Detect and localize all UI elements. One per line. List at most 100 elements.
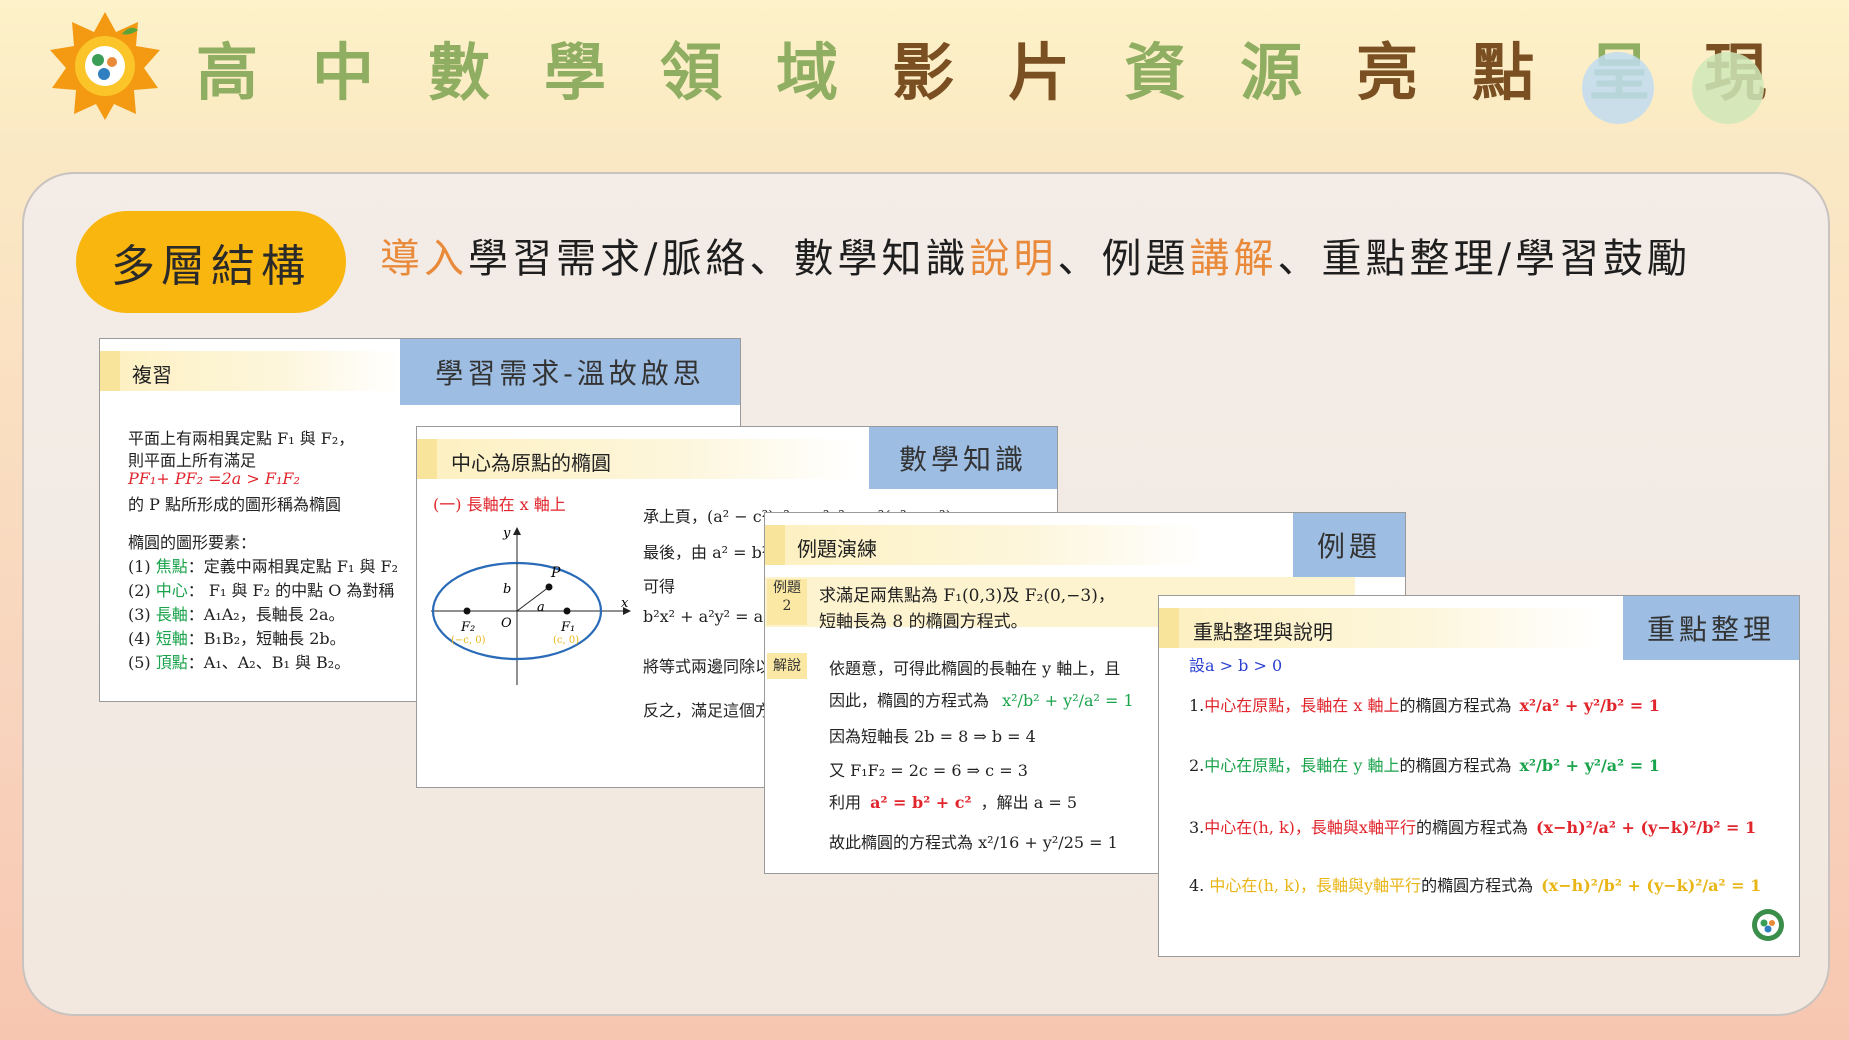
graph-label-f2: F₂ [460, 620, 475, 635]
decor-circle-blue [1582, 52, 1654, 124]
structure-text: 、重點整理/學習鼓勵 [1277, 236, 1691, 282]
summary-item: 1.中心在原點，長軸在 x 軸上的橢圓方程式為 x²/a² + y²/b² = 1 [1189, 692, 1660, 716]
review-line-part: ：B₁B₂，短軸長 2b。 [187, 629, 346, 648]
solution-text: 利用 [829, 793, 862, 812]
slide-title: 中心為原點的橢圓 [451, 451, 611, 475]
graph-label-p: P [550, 565, 561, 581]
review-line: 平面上有兩相異定點 F₁ 與 F₂， [128, 429, 355, 448]
solution-line-5: 利用 a² = b² + c² ，解出 a = 5 [829, 789, 1077, 813]
solution-formula: x²/b² + y²/a² = 1 [1002, 691, 1134, 710]
review-line-part: (2) [128, 581, 156, 600]
summary-item: 3.中心在(h, k)，長軸與x軸平行的橢圓方程式為 (x−h)²/a² + (y… [1189, 814, 1756, 838]
solution-text: 因此，橢圓的方程式為 [829, 691, 990, 710]
summary-item-eq: x²/a² + y²/b² = 1 [1519, 696, 1660, 715]
review-line: 則平面上所有滿足 [128, 451, 257, 470]
slide-tag: 重點整理 [1623, 596, 1799, 660]
review-line-part: (3) [128, 605, 156, 624]
slide-title: 例題演練 [797, 537, 877, 561]
summary-item-cond: 中心在原點，長軸在 y 軸上 [1204, 756, 1400, 775]
title-char: 學 [544, 36, 607, 109]
slide-title: 重點整理與說明 [1193, 620, 1333, 644]
review-line: 橢圓的圖形要素： [128, 533, 257, 552]
summary-item: 2.中心在原點，長軸在 y 軸上的橢圓方程式為 x²/b² + y²/a² = 1 [1189, 752, 1660, 776]
review-line: (5) 頂點：A₁、A₂、B₁ 與 B₂。 [128, 649, 350, 673]
title-char: 點 [1472, 36, 1535, 109]
example-label-number: 2 [782, 598, 792, 614]
solution-line-3: 因為短軸長 2b = 8 ⇒ b = 4 [829, 727, 1036, 746]
title-char: 數 [428, 36, 491, 109]
summary-item-cond: 中心在原點，長軸在 x 軸上 [1204, 696, 1400, 715]
solution-line-1: 依題意，可得此橢圓的長軸在 y 軸上，且 [829, 659, 1121, 678]
decor-circle-green [1692, 52, 1764, 124]
graph-label-b: b [503, 582, 511, 597]
title-char: 源 [1240, 36, 1303, 109]
summary-condition: 設a > b > 0 [1189, 656, 1283, 675]
review-line-part: ： F₁ 與 F₂ 的中點 O 為對稱 [187, 581, 395, 600]
review-line-part: 焦點 [155, 557, 188, 576]
review-line-part: ：定義中兩相異定點 F₁ 與 F₂ [187, 557, 399, 576]
review-line-part: (1) [128, 557, 156, 576]
knowledge-line: 可得 [643, 577, 676, 596]
structure-text: 、例題 [1057, 236, 1190, 282]
title-char: 影 [892, 36, 955, 109]
slide-tag: 數學知識 [869, 427, 1057, 489]
review-line: PF₁+ PF₂ =2a > F₁F₂ [128, 469, 300, 488]
summary-item-post: 的橢圓方程式為 [1399, 696, 1512, 715]
graph-label-o: O [501, 616, 512, 631]
summary-item-eq: x²/b² + y²/a² = 1 [1519, 756, 1660, 775]
summary-item-eq: (x−h)²/a² + (y−k)²/b² = 1 [1535, 818, 1757, 837]
solution-line-6: 故此橢圓的方程式為 x²/16 + y²/25 = 1 [829, 833, 1118, 852]
summary-item-pre: 2. [1189, 756, 1205, 775]
graph-label-a: a [537, 600, 545, 615]
example-label: 例題 2 [767, 579, 807, 625]
summary-item-pre: 3. [1189, 818, 1205, 837]
question-line-1: 求滿足兩焦點為 F₁(0,3)及 F₂(0,−3)， [819, 586, 1115, 606]
review-line: (3) 長軸：A₁A₂，長軸長 2a。 [128, 601, 345, 625]
graph-label-y: y [502, 527, 511, 541]
summary-item-pre: 4. [1189, 876, 1210, 895]
review-line-part: (4) [128, 629, 156, 648]
title-char: 片 [1008, 36, 1071, 109]
review-line: 的 P 點所形成的圖形稱為橢圓 [128, 495, 341, 514]
review-line: (4) 短軸：B₁B₂，短軸長 2b。 [128, 625, 346, 649]
graph-label-x: x [621, 596, 629, 611]
adaptive-learning-logo [46, 10, 164, 122]
title-char: 資 [1124, 36, 1187, 109]
structure-description: 導入學習需求/脈絡、數學知識說明、例題講解、重點整理/學習鼓勵 [380, 226, 1691, 284]
structure-badge: 多層結構 [76, 211, 346, 313]
slide-title: 複習 [132, 363, 172, 387]
solution-line-4: 又 F₁F₂ = 2c = 6 ⇒ c = 3 [829, 761, 1028, 780]
structure-text: 學習需求/脈絡、數學知識 [468, 236, 970, 282]
structure-highlight: 講解 [1189, 236, 1278, 282]
summary-item-eq: (x−h)²/b² + (y−k)²/a² = 1 [1541, 876, 1762, 895]
review-line: (1) 焦點：定義中兩相異定點 F₁ 與 F₂ [128, 553, 398, 577]
review-line-part: ：A₁、A₂、B₁ 與 B₂。 [187, 653, 351, 672]
review-line-part: 頂點 [155, 653, 188, 672]
summary-item-pre: 1. [1189, 696, 1205, 715]
ellipse-graph: x y P b a O F₂ F₁ (−c, 0) (c, 0) [431, 527, 631, 685]
slide-summary: 重點整理與說明 重點整理 設a > b > 0 1.中心在原點，長軸在 x 軸上… [1158, 595, 1800, 957]
title-char: 高 [196, 36, 259, 109]
solution-formula: a² = b² + c² [870, 793, 972, 812]
solution-line-2: 因此，橢圓的方程式為 x²/b² + y²/a² = 1 [829, 687, 1134, 711]
title-char: 中 [312, 36, 375, 109]
review-line-part: 長軸 [155, 605, 188, 624]
summary-item: 4. 中心在(h, k)，長軸與y軸平行的橢圓方程式為 (x−h)²/b² + (… [1189, 872, 1761, 896]
review-line-part: 中心 [155, 581, 188, 600]
structure-badge-label: 多層結構 [111, 241, 311, 292]
structure-highlight: 說明 [969, 236, 1058, 282]
solution-label: 解說 [767, 653, 807, 679]
summary-item-post: 的橢圓方程式為 [1415, 818, 1528, 837]
solution-text: ，解出 a = 5 [980, 793, 1078, 812]
summary-item-cond: 中心在(h, k)，長軸與x軸平行 [1204, 818, 1416, 837]
review-line: (2) 中心： F₁ 與 F₂ 的中點 O 為對稱 [128, 577, 394, 601]
slide-tag: 學習需求-溫故啟思 [400, 339, 740, 405]
title-char: 域 [776, 36, 839, 109]
page-title: 高中數學領域影片資源亮點呈現 [196, 28, 1820, 118]
graph-label-f1-coord: (c, 0) [553, 635, 579, 646]
summary-item-post: 的橢圓方程式為 [1421, 876, 1534, 895]
adaptive-learning-logo-small [1752, 909, 1784, 941]
summary-item-cond: 中心在(h, k)，長軸與y軸平行 [1209, 876, 1422, 895]
title-char: 領 [660, 36, 723, 109]
review-line-part: ：A₁A₂，長軸長 2a。 [187, 605, 345, 624]
